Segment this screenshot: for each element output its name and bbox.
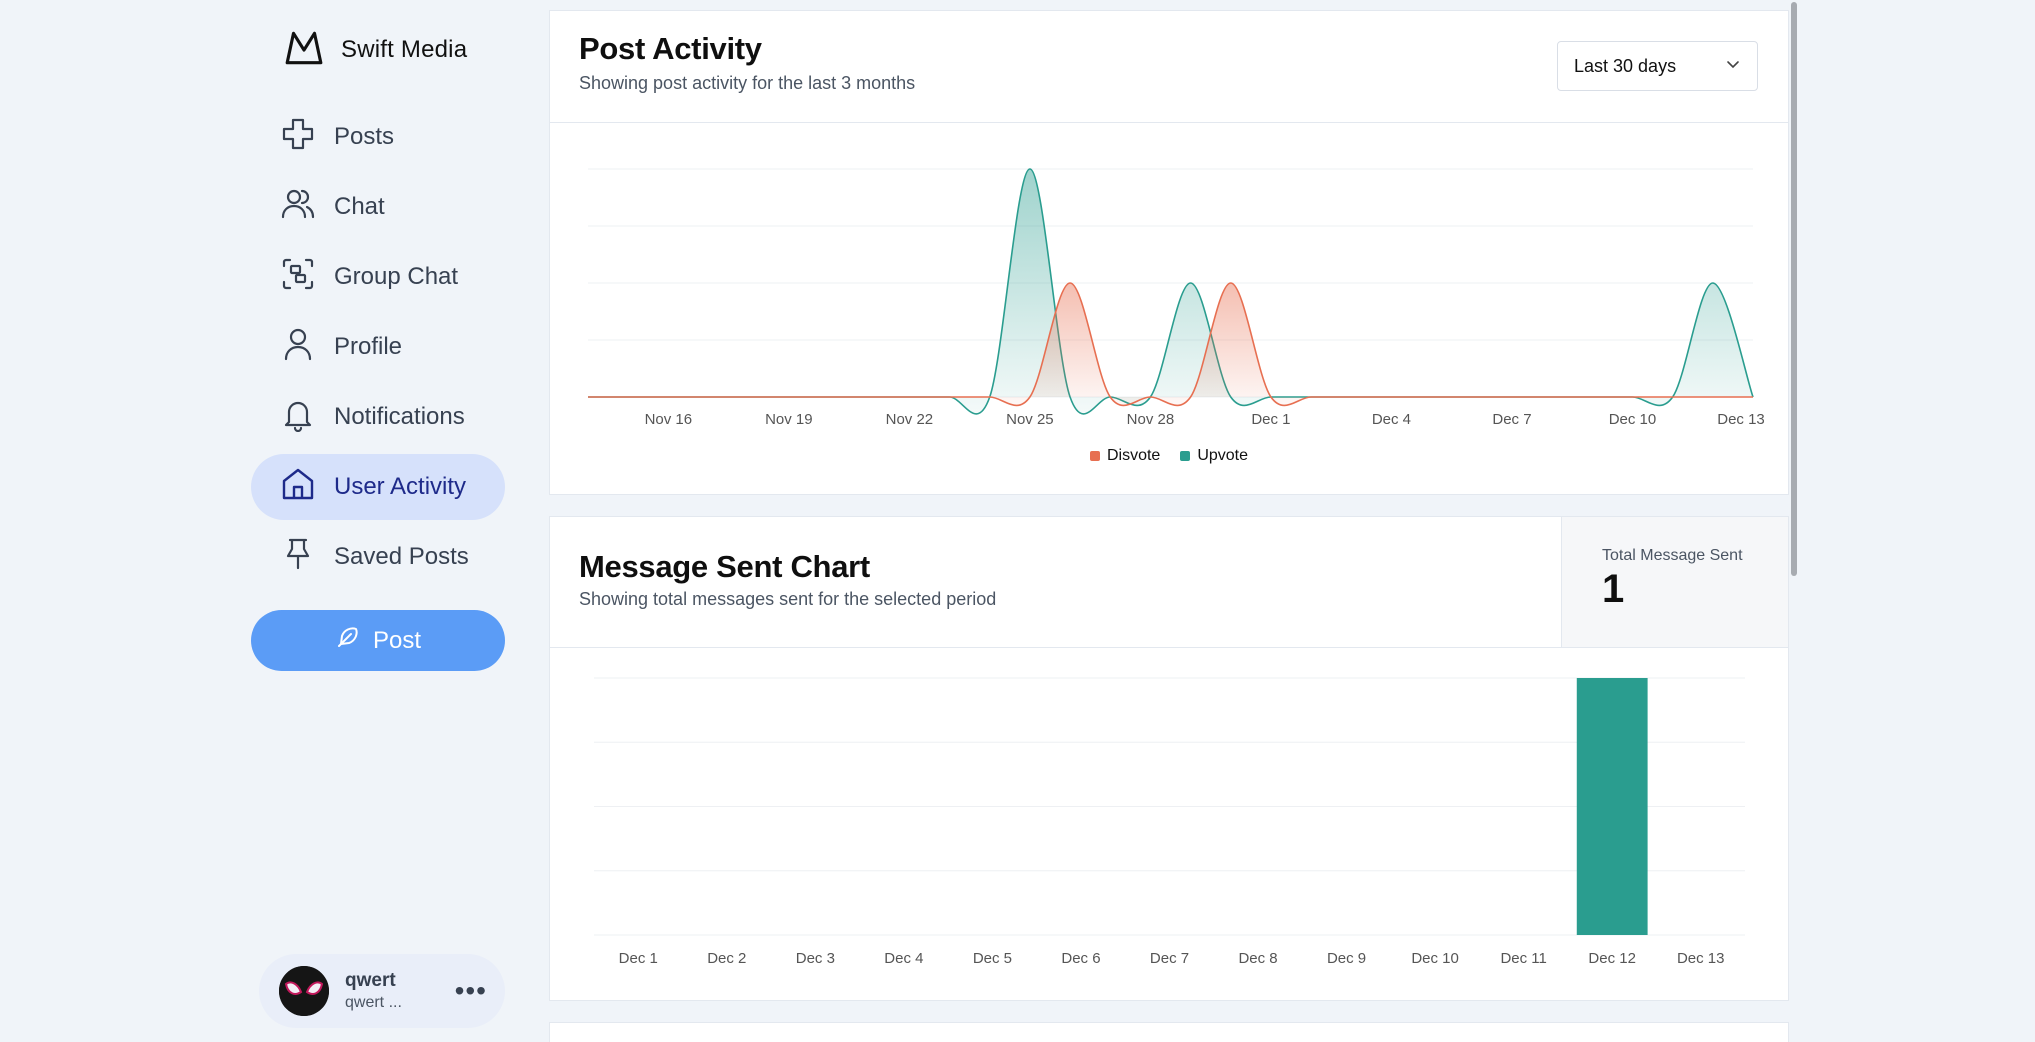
sidebar-item-user-activity[interactable]: User Activity bbox=[251, 454, 505, 520]
x-tick-label: Dec 12 bbox=[1588, 950, 1636, 967]
post-button[interactable]: Post bbox=[251, 610, 505, 671]
range-select[interactable]: Last 30 days bbox=[1557, 41, 1758, 91]
feather-icon bbox=[335, 624, 361, 657]
chart-legend: Disvote Upvote bbox=[550, 447, 1788, 465]
group-icon bbox=[280, 256, 316, 299]
chevron-down-icon bbox=[1725, 56, 1741, 77]
user-name: qwert bbox=[345, 970, 396, 992]
legend-label: Disvote bbox=[1106, 447, 1161, 464]
message-chart-subtitle: Showing total messages sent for the sele… bbox=[579, 589, 997, 609]
sidebar: Swift Media Posts Chat Group Chat Profil… bbox=[251, 0, 505, 1042]
total-message-box: Total Message Sent 1 bbox=[1561, 517, 1788, 647]
post-button-label: Post bbox=[372, 626, 422, 654]
sidebar-item-label: Profile bbox=[334, 333, 403, 360]
x-tick-label: Dec 7 bbox=[1492, 411, 1531, 428]
sidebar-item-posts[interactable]: Posts bbox=[251, 104, 505, 170]
post-activity-title: Post Activity bbox=[579, 31, 762, 66]
series-area-upvote bbox=[588, 169, 1753, 414]
post-activity-chart: Nov 16 Nov 19 Nov 22 Nov 25 Nov 28 Dec 1 Dec 4… bbox=[587, 168, 1765, 428]
sidebar-item-saved-posts[interactable]: Saved Posts bbox=[251, 524, 505, 590]
user-card[interactable]: qwert qwert ... ••• bbox=[259, 954, 505, 1028]
x-tick-label: Nov 22 bbox=[886, 411, 934, 428]
user-handle: qwert ... bbox=[345, 993, 402, 1011]
message-sent-card: Message Sent Chart Showing total message… bbox=[549, 516, 1789, 1001]
pin-icon bbox=[280, 536, 316, 579]
x-tick-label: Dec 5 bbox=[973, 950, 1012, 967]
x-tick-label: Dec 11 bbox=[1500, 950, 1546, 967]
x-tick-label: Nov 19 bbox=[765, 411, 813, 428]
x-tick-label: Dec 8 bbox=[1238, 950, 1277, 967]
x-tick-label: Dec 6 bbox=[1061, 950, 1100, 967]
plus-icon bbox=[280, 116, 316, 159]
user-info: qwert qwert ... bbox=[345, 969, 439, 1013]
users-icon bbox=[280, 186, 316, 229]
message-sent-header: Message Sent Chart Showing total message… bbox=[550, 517, 1788, 648]
x-tick-label: Dec 7 bbox=[1150, 950, 1189, 967]
person-icon bbox=[280, 326, 316, 369]
total-message-label: Total Message Sent bbox=[1602, 547, 1743, 564]
post-activity-subtitle: Showing post activity for the last 3 mon… bbox=[579, 73, 916, 93]
sidebar-item-label: User Activity bbox=[334, 473, 467, 500]
sidebar-item-profile[interactable]: Profile bbox=[251, 314, 505, 380]
legend-label: Upvote bbox=[1197, 447, 1249, 464]
x-tick-label: Nov 28 bbox=[1127, 411, 1175, 428]
mountain-logo-icon bbox=[283, 27, 325, 74]
legend-item-disvote: Disvote bbox=[1089, 447, 1161, 465]
x-tick-label: Dec 13 bbox=[1677, 950, 1725, 967]
sidebar-item-label: Group Chat bbox=[334, 263, 459, 290]
sidebar-item-label: Posts bbox=[334, 123, 395, 150]
x-tick-label: Dec 13 bbox=[1717, 411, 1765, 428]
total-message-value: 1 bbox=[1602, 567, 1625, 611]
x-tick-label: Dec 4 bbox=[1372, 411, 1411, 428]
x-tick-label: Dec 3 bbox=[796, 950, 835, 967]
bell-icon bbox=[280, 396, 316, 439]
post-activity-card: Post Activity Showing post activity for … bbox=[549, 10, 1789, 495]
x-tick-label: Dec 10 bbox=[1411, 950, 1459, 967]
sidebar-item-label: Saved Posts bbox=[334, 543, 469, 570]
scroll-thumb[interactable] bbox=[1791, 2, 1797, 576]
x-tick-label: Dec 10 bbox=[1609, 411, 1657, 428]
x-tick-label: Dec 1 bbox=[1251, 411, 1290, 428]
range-select-value: Last 30 days bbox=[1574, 55, 1677, 76]
x-tick-label: Dec 4 bbox=[884, 950, 923, 967]
bar[interactable] bbox=[1576, 678, 1648, 935]
post-activity-header: Post Activity Showing post activity for … bbox=[550, 11, 1788, 123]
x-tick-label: Nov 25 bbox=[1006, 411, 1054, 428]
sidebar-item-label: Notifications bbox=[334, 403, 465, 430]
sidebar-item-label: Chat bbox=[334, 193, 385, 220]
legend-item-upvote: Upvote bbox=[1180, 447, 1248, 465]
message-chart-title: Message Sent Chart bbox=[579, 549, 870, 584]
sidebar-item-chat[interactable]: Chat bbox=[251, 174, 505, 240]
x-tick-label: Dec 2 bbox=[707, 950, 746, 967]
x-tick-label: Dec 9 bbox=[1327, 950, 1366, 967]
disvote-swatch bbox=[1089, 451, 1100, 461]
x-tick-label: Dec 1 bbox=[619, 950, 658, 967]
upvote-swatch bbox=[1180, 451, 1191, 461]
message-sent-chart: Dec 1 Dec 2 Dec 3 Dec 4 Dec 5 Dec 6 Dec 7 Dec 8… bbox=[594, 677, 1745, 967]
brand-name: Swift Media bbox=[341, 36, 468, 63]
brand[interactable]: Swift Media bbox=[283, 28, 467, 72]
next-card bbox=[549, 1022, 1789, 1042]
home-icon bbox=[280, 466, 316, 509]
ellipsis-icon[interactable]: ••• bbox=[455, 977, 487, 1005]
scrollbar[interactable] bbox=[1790, 0, 1798, 1042]
sidebar-item-notifications[interactable]: Notifications bbox=[251, 384, 505, 450]
mask-avatar-icon bbox=[279, 966, 329, 1016]
x-tick-label: Nov 16 bbox=[645, 411, 693, 428]
sidebar-item-group-chat[interactable]: Group Chat bbox=[251, 244, 505, 310]
